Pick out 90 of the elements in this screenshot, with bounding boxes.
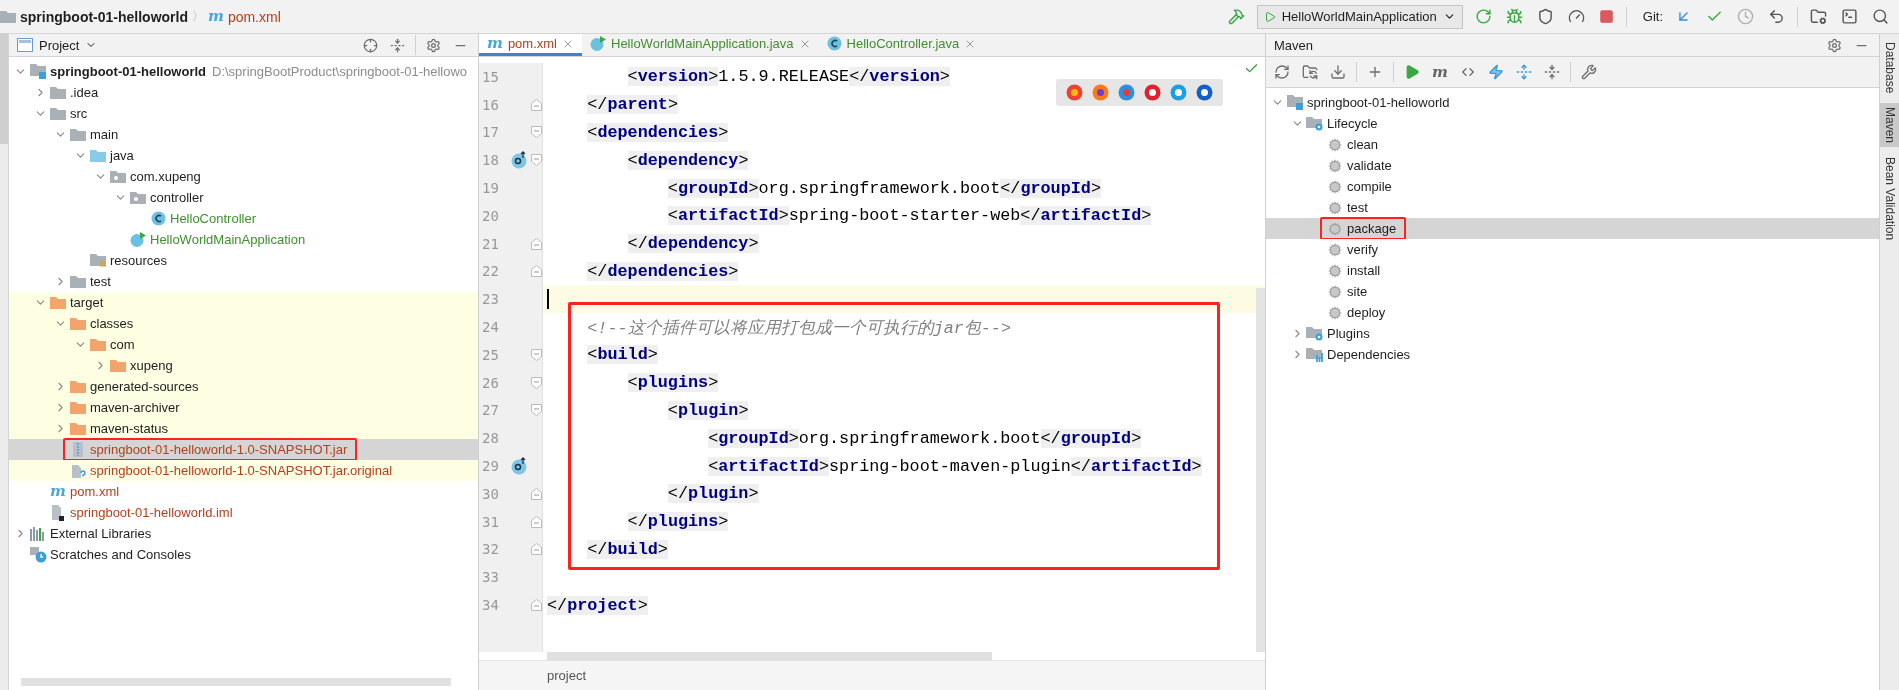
- maven-icon: m: [50, 484, 66, 499]
- line-number: 17: [481, 124, 500, 141]
- tool-window-tab[interactable]: Maven: [1880, 103, 1899, 148]
- item-label: test: [1347, 200, 1368, 215]
- item-label: HelloWorldMainApplication: [150, 232, 306, 247]
- item-label: springboot-01-helloworld-1.0-SNAPSHOT.jar: [90, 442, 348, 457]
- code-line: <groupId>org.springframework.boot</groupId>: [666, 177, 1102, 200]
- tree-item[interactable]: springboot-01-helloworld-1.0-SNAPSHOT.jar: [9, 439, 478, 460]
- line-number: 24: [481, 319, 500, 336]
- line-number: 23: [481, 291, 500, 308]
- breadcrumb-item[interactable]: project: [547, 668, 587, 683]
- line-number: 30: [481, 485, 500, 502]
- line-number: 29: [481, 458, 500, 475]
- item-label: verify: [1347, 242, 1379, 257]
- item-label: Dependencies: [1327, 347, 1411, 362]
- item-label: classes: [90, 316, 134, 331]
- tree-item[interactable]: classes: [9, 313, 478, 334]
- item-label: springboot-01-helloworld.iml: [70, 505, 233, 520]
- tree-item[interactable]: package: [1266, 218, 1879, 239]
- item-label: generated-sources: [90, 379, 199, 394]
- run-configuration-dropdown[interactable]: HelloWorldMainApplication: [1256, 4, 1463, 29]
- breadcrumb-file[interactable]: pom.xml: [227, 8, 281, 25]
- breadcrumb-project[interactable]: springboot-01-helloworld: [20, 8, 188, 25]
- editor-tab[interactable]: m pom.xml: [479, 34, 582, 56]
- item-label: maven-archiver: [90, 400, 180, 415]
- line-number: 15: [481, 68, 500, 85]
- item-label: install: [1347, 263, 1381, 278]
- line-number: 27: [481, 402, 500, 419]
- maven-goal-button[interactable]: m: [1430, 62, 1450, 82]
- item-label: xupeng: [130, 358, 173, 373]
- breadcrumb-separator: 〉: [192, 8, 204, 25]
- item-label: maven-status: [90, 421, 169, 436]
- line-number: 34: [481, 597, 500, 614]
- item-label: springboot-01-helloworld: [1307, 95, 1450, 110]
- item-label: Lifecycle: [1327, 116, 1378, 131]
- item-label: main: [90, 127, 119, 142]
- item-label: springboot-01-helloworld-1.0-SNAPSHOT.jar.original: [90, 463, 393, 478]
- tool-window-tab[interactable]: Database: [1880, 38, 1899, 98]
- item-label: test: [90, 274, 111, 289]
- line-number: 20: [481, 207, 500, 224]
- item-label: pom.xml: [70, 484, 120, 499]
- item-label: com.xupeng: [130, 169, 201, 184]
- editor-tab[interactable]: HelloWorldMainApplication.java: [582, 34, 819, 56]
- item-label: Plugins: [1327, 326, 1370, 341]
- item-label: clean: [1347, 137, 1379, 152]
- editor-tab[interactable]: HelloController.java: [818, 34, 985, 56]
- item-label: HelloController: [170, 211, 256, 226]
- code-line: <artifactId>spring-boot-starter-web</artifactId>: [666, 205, 1153, 228]
- line-number: 26: [481, 374, 500, 391]
- maven-icon: m: [208, 9, 224, 24]
- item-label: springboot-01-helloworld: [50, 64, 206, 79]
- item-label: java: [110, 148, 134, 163]
- item-label: resources: [110, 253, 168, 268]
- tree-item[interactable]: target: [9, 292, 478, 313]
- line-number: 19: [481, 180, 500, 197]
- line-number: 21: [481, 235, 500, 252]
- tree-item[interactable]: xupeng: [9, 355, 478, 376]
- maven-icon: m: [487, 36, 503, 51]
- item-label: Scratches and Consoles: [50, 547, 191, 562]
- line-number: 22: [481, 263, 500, 280]
- item-label: package: [1347, 221, 1397, 236]
- item-label: target: [70, 295, 104, 310]
- line-number: 33: [481, 569, 500, 586]
- item-label: controller: [150, 190, 204, 205]
- code-line: <!--这个插件可以将应用打包成一个可执行的jar包-->: [586, 317, 1012, 340]
- path-text: D:\springBootProduct\springboot-01-hellowo: [212, 64, 468, 79]
- item-label: compile: [1347, 179, 1392, 194]
- item-label: src: [70, 106, 88, 121]
- tree-item[interactable]: generated-sources: [9, 376, 478, 397]
- panel-title: Maven: [1274, 37, 1314, 53]
- code-line: <version>1.5.9.RELEASE</version>: [626, 66, 951, 89]
- tree-item[interactable]: maven-status: [9, 418, 478, 439]
- line-number: 32: [481, 541, 500, 558]
- project-view-dropdown[interactable]: Project: [17, 37, 98, 53]
- git-label: Git:: [1642, 9, 1663, 24]
- tool-window-tab[interactable]: Bean Validation: [1880, 153, 1899, 245]
- item-label: site: [1347, 284, 1368, 299]
- line-number: 16: [481, 96, 500, 113]
- item-label: deploy: [1347, 305, 1386, 320]
- item-label: com: [110, 337, 135, 352]
- item-label: External Libraries: [50, 526, 152, 541]
- item-label: .idea: [70, 85, 99, 100]
- tree-item[interactable]: maven-archiver: [9, 397, 478, 418]
- line-number: 31: [481, 513, 500, 530]
- line-number: 28: [481, 430, 500, 447]
- item-label: validate: [1347, 158, 1392, 173]
- tree-item[interactable]: com: [9, 334, 478, 355]
- tree-item[interactable]: springboot-01-helloworld-1.0-SNAPSHOT.jar.original: [9, 460, 478, 481]
- line-number: 25: [481, 346, 500, 363]
- line-number: 18: [481, 152, 500, 169]
